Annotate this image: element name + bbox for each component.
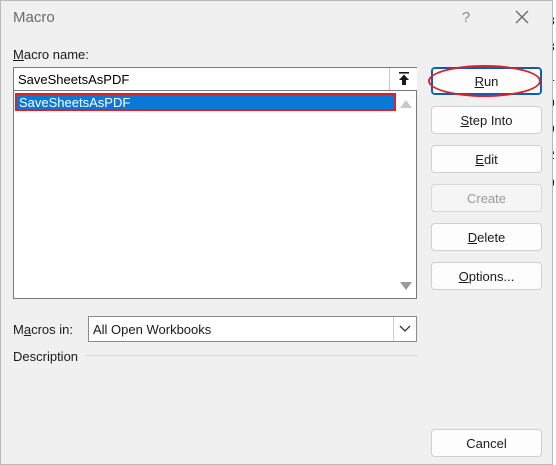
step-into-accel: S [460,112,470,128]
macro-dialog: Macro ? Macro name: SaveSheetsAsPDF Run … [0,0,553,465]
run-label-rest: un [483,73,499,89]
cancel-button[interactable]: Cancel [431,429,542,457]
run-button[interactable]: Run [431,67,542,95]
list-item[interactable]: SaveSheetsAsPDF [16,94,396,111]
edit-accel: E [475,151,484,167]
options-label-rest: ptions... [468,268,515,284]
macro-list[interactable]: SaveSheetsAsPDF [13,91,417,299]
cancel-label: Cancel [466,435,507,451]
upload-arrow-icon [398,72,409,85]
close-icon [515,10,529,24]
dropdown-toggle[interactable] [393,317,416,341]
edit-label-rest: dit [483,151,498,167]
macro-name-label-rest: acro name: [23,47,89,62]
dialog-title: Macro [13,9,55,26]
delete-button[interactable]: Delete [431,223,542,251]
scroll-up-icon[interactable] [400,100,412,108]
macro-name-input[interactable] [13,67,417,91]
delete-accel: D [467,229,478,245]
close-button[interactable] [507,4,537,30]
macro-name-label: Macro name: [13,47,89,62]
help-icon: ? [461,8,471,26]
macros-in-label-post: cros in: [31,322,73,337]
list-scrollbar[interactable] [396,92,416,297]
options-button[interactable]: Options... [431,262,542,290]
macros-in-label-pre: M [13,322,24,337]
description-divider [85,355,417,356]
create-label: Create [466,190,507,206]
options-accel: O [458,268,469,284]
macro-name-reference-button[interactable] [389,68,417,90]
scroll-down-icon[interactable] [400,282,412,290]
macros-in-label-accel: a [23,322,32,337]
step-into-label-rest: tep Into [469,112,513,128]
delete-label-rest: elete [477,229,506,245]
create-button[interactable]: Create [431,184,542,212]
run-accel: R [474,73,484,89]
macros-in-value: All Open Workbooks [93,322,212,337]
macros-in-dropdown[interactable]: All Open Workbooks [88,316,417,342]
edit-button[interactable]: Edit [431,145,542,173]
description-label: Description [13,349,79,364]
help-button[interactable]: ? [454,4,478,30]
macro-name-label-accel: M [13,47,24,62]
macros-in-label: Macros in: [13,322,73,337]
step-into-button[interactable]: Step Into [431,106,542,134]
chevron-down-icon [399,325,411,332]
